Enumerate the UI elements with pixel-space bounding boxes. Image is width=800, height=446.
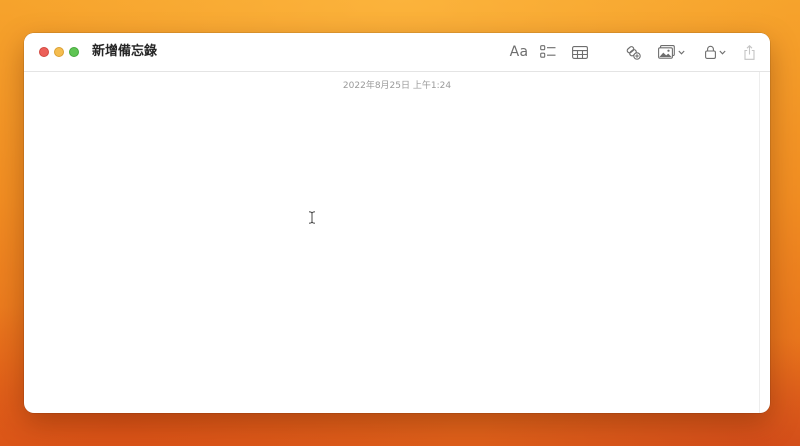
maximize-window-button[interactable] xyxy=(69,47,79,57)
chevron-down-icon xyxy=(677,50,685,55)
desktop-wallpaper: 新增備忘錄 Aa 2022年8月25日 上午1:24 xyxy=(0,0,800,446)
lock-icon xyxy=(704,45,716,59)
lock-button[interactable] xyxy=(702,42,728,62)
table-button[interactable] xyxy=(570,42,590,62)
close-window-button[interactable] xyxy=(39,47,49,57)
text-format-icon: Aa xyxy=(509,44,529,60)
checklist-button[interactable] xyxy=(538,42,558,62)
media-button[interactable] xyxy=(656,42,686,62)
format-button[interactable]: Aa xyxy=(508,42,530,62)
collaborate-button[interactable] xyxy=(624,42,642,62)
notes-window: 新增備忘錄 Aa 2022年8月25日 上午1:24 xyxy=(24,33,770,413)
checklist-icon xyxy=(540,45,556,58)
table-icon xyxy=(572,45,588,59)
photo-media-icon xyxy=(657,45,675,59)
window-title: 新增備忘錄 xyxy=(92,44,158,59)
title-bar: 新增備忘錄 Aa xyxy=(24,33,770,72)
note-timestamp: 2022年8月25日 上午1:24 xyxy=(342,81,452,91)
share-button[interactable] xyxy=(741,42,757,62)
collaborate-icon xyxy=(626,46,641,60)
minimize-window-button[interactable] xyxy=(54,47,64,57)
note-body-editor[interactable] xyxy=(24,93,760,413)
chevron-down-icon xyxy=(718,50,726,55)
text-cursor-icon xyxy=(308,211,316,224)
scroll-gutter xyxy=(759,72,760,413)
share-icon xyxy=(743,44,755,60)
